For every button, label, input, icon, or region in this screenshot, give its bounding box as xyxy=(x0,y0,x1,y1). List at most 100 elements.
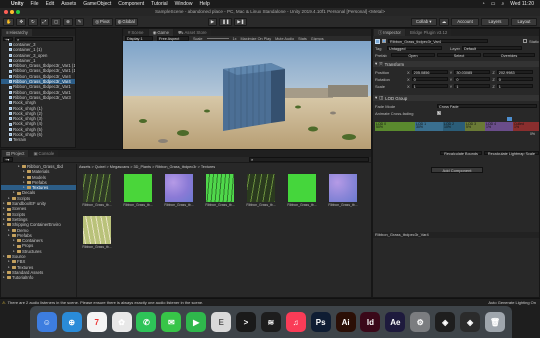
texture-thumbnail[interactable] xyxy=(288,174,316,202)
stats-toggle[interactable]: Stats xyxy=(298,37,307,41)
lod-level-segment[interactable]: LOD 2 10% xyxy=(443,122,465,131)
add-component-button[interactable]: Add Component xyxy=(431,167,483,173)
transform-x-field[interactable]: 205.0856 xyxy=(411,69,448,75)
lod-level-segment[interactable]: LOD 3 5% xyxy=(465,122,485,131)
chevron-right-icon[interactable]: ▸ xyxy=(8,265,11,270)
lod-level-segment[interactable]: LOD 0 50% xyxy=(375,122,415,131)
rect-tool-button[interactable]: ▢ xyxy=(51,17,62,26)
zoom-window-button[interactable] xyxy=(16,10,20,14)
layout-dropdown[interactable]: Layout xyxy=(511,17,537,26)
after-effects-icon[interactable]: Ae xyxy=(385,312,406,332)
game-viewport[interactable] xyxy=(123,41,371,149)
pause-button[interactable]: ❚❚ xyxy=(219,17,233,26)
menu-edit[interactable]: Edit xyxy=(46,1,55,7)
layer-dropdown[interactable]: Default xyxy=(462,45,523,51)
tag-dropdown[interactable]: Untagged xyxy=(387,45,442,51)
battery-icon[interactable]: ▭ xyxy=(491,1,496,7)
chevron-right-icon[interactable]: ▸ xyxy=(8,196,11,201)
scale-tool-button[interactable]: ⤢ xyxy=(39,17,50,26)
menu-tutorial[interactable]: Tutorial xyxy=(151,1,168,7)
menu-help[interactable]: Help xyxy=(199,1,209,7)
music-icon[interactable]: ♫ xyxy=(285,312,306,332)
menu-window[interactable]: Window xyxy=(175,1,193,7)
move-tool-button[interactable]: ✥ xyxy=(16,17,26,26)
search-icon[interactable]: ⌕ xyxy=(501,1,504,7)
texture-thumbnail[interactable] xyxy=(83,174,111,202)
trash-icon[interactable]: 🗑 xyxy=(484,312,505,332)
texture-thumbnail[interactable] xyxy=(206,174,234,202)
step-button[interactable]: ▶❚ xyxy=(234,17,248,26)
chevron-right-icon[interactable]: ▸ xyxy=(18,164,21,169)
tab-project[interactable]: ▤ Project xyxy=(2,150,29,157)
global-toggle[interactable]: ◍ Global xyxy=(114,17,138,26)
system-preferences-icon[interactable]: ⚙ xyxy=(410,312,431,332)
texture-thumbnail[interactable] xyxy=(247,174,275,202)
tab-asset-store[interactable]: ⛟ Asset Store xyxy=(174,29,211,36)
transform-y-field[interactable]: 1 xyxy=(454,83,491,89)
transform-header[interactable]: ▾ ⤧ Transform xyxy=(373,61,539,67)
photoshop-icon[interactable]: Ps xyxy=(310,312,331,332)
pivot-toggle[interactable]: ◎ Pivot xyxy=(92,17,113,26)
tab-scene[interactable]: # Scene xyxy=(124,29,148,36)
rotate-tool-button[interactable]: ↻ xyxy=(27,17,38,26)
hierarchy-search-input[interactable]: ⌕ xyxy=(15,36,73,42)
lod-bar[interactable]: LOD 0 50% LOD 1 30% LOD 2 10% LOD 3 5% LOD 4 1% Cu… xyxy=(375,122,539,131)
account-dropdown[interactable]: Account xyxy=(451,17,479,26)
calendar-icon[interactable]: 7 xyxy=(86,312,107,332)
camera-icon[interactable] xyxy=(507,117,512,121)
chevron-right-icon[interactable]: ▸ xyxy=(3,222,6,227)
lod-level-segment[interactable]: LOD 4 1% xyxy=(485,122,513,131)
menu-file[interactable]: File xyxy=(31,1,39,7)
hierarchy-create-button[interactable]: +▾ xyxy=(3,36,13,42)
chevron-right-icon[interactable]: ▸ xyxy=(13,190,16,195)
project-folder-item[interactable]: ▸ TutorialInfo xyxy=(1,275,76,280)
recalculate-bounds-button[interactable]: Recalculate Bounds xyxy=(440,150,482,156)
object-name-field[interactable]: Ribbon_Grass_tbdpec3r_Var4 xyxy=(388,38,488,44)
close-window-button[interactable] xyxy=(4,10,8,14)
hierarchy-item[interactable]: Terrain xyxy=(1,137,75,142)
clock[interactable]: Wed 11:20 xyxy=(510,1,534,7)
tab-inspector[interactable]: ⓘ Inspector xyxy=(374,29,405,36)
scale-slider[interactable] xyxy=(206,38,229,39)
unity-hub-icon[interactable]: ◈ xyxy=(435,312,456,332)
unity-icon[interactable]: ◈ xyxy=(460,312,481,332)
fade-mode-dropdown[interactable]: Cross Fade xyxy=(437,103,537,109)
transform-x-field[interactable]: 0 xyxy=(411,76,448,82)
active-checkbox[interactable] xyxy=(382,39,386,43)
messages-icon[interactable]: ✉ xyxy=(161,312,182,332)
tab-bridge-plugin[interactable]: Bridge Plugin v3.12 xyxy=(405,29,452,36)
transform-x-field[interactable]: 1 xyxy=(411,83,448,89)
photos-icon[interactable]: ✿ xyxy=(111,312,132,332)
static-checkbox[interactable] xyxy=(522,39,527,43)
illustrator-icon[interactable]: Ai xyxy=(335,312,356,332)
prefab-overrides-button[interactable]: Overrides xyxy=(483,52,535,58)
texture-thumbnail[interactable] xyxy=(165,174,193,202)
transform-tool-button[interactable]: ⊕ xyxy=(63,17,73,26)
mute-audio-toggle[interactable]: Mute Audio xyxy=(275,37,294,41)
menu-assets[interactable]: Assets xyxy=(61,1,76,7)
transform-z-field[interactable]: 1 xyxy=(496,83,533,89)
tab-game[interactable]: ◉ Game xyxy=(148,29,174,36)
lod-camera-slider[interactable] xyxy=(375,117,539,121)
safari-icon[interactable]: ⊕ xyxy=(61,312,82,332)
chevron-right-icon[interactable]: ▸ xyxy=(3,254,6,259)
prefab-open-button[interactable]: Open xyxy=(391,52,435,58)
terminal-icon[interactable]: > xyxy=(236,312,257,332)
whatsapp-icon[interactable]: ✆ xyxy=(136,312,157,332)
notes-icon[interactable]: E xyxy=(211,312,232,332)
lod-group-header[interactable]: ▾ ◫ LOD Group xyxy=(373,95,539,101)
transform-z-field[interactable]: 0 xyxy=(496,76,533,82)
hand-tool-button[interactable]: ✋ xyxy=(3,17,15,26)
texture-thumbnail[interactable] xyxy=(83,216,111,244)
layers-dropdown[interactable]: Layers xyxy=(481,17,509,26)
texture-thumbnail[interactable] xyxy=(124,174,152,202)
custom-tool-button[interactable]: ✎ xyxy=(74,17,85,26)
lod-level-segment[interactable]: LOD 1 30% xyxy=(415,122,443,131)
transform-y-field[interactable]: 0 xyxy=(454,76,491,82)
menu-app-name[interactable]: Unity xyxy=(11,1,24,7)
collab-dropdown[interactable]: Collab ▾ xyxy=(410,17,437,26)
minimize-window-button[interactable] xyxy=(10,10,14,14)
play-button[interactable]: ▶ xyxy=(207,17,218,26)
cloud-button[interactable]: ☁ xyxy=(438,17,449,26)
project-create-button[interactable]: +▾ xyxy=(3,157,13,162)
